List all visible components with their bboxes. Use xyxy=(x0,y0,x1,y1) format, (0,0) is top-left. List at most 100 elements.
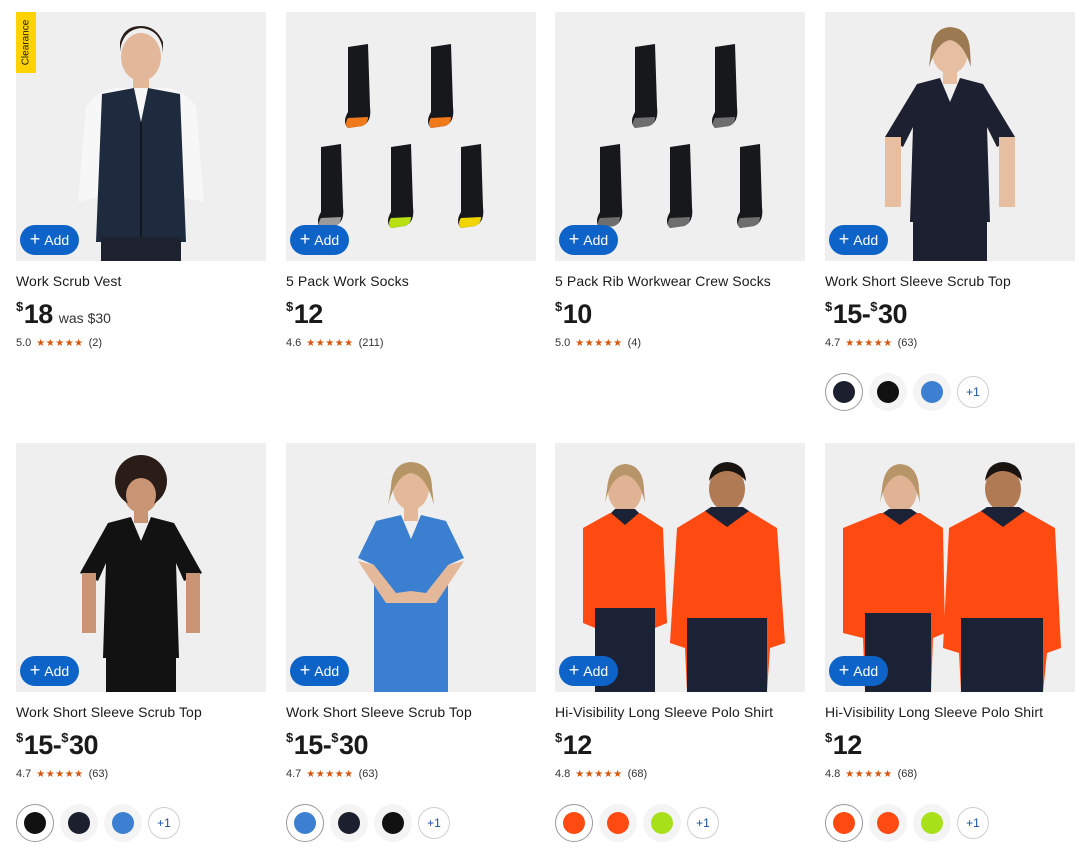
rating-value: 5.0 xyxy=(555,337,571,349)
rating-value: 5.0 xyxy=(16,337,32,349)
product-image[interactable]: Clearance + Add xyxy=(16,12,266,261)
color-swatch[interactable] xyxy=(330,804,368,842)
product-image[interactable]: + Add xyxy=(555,12,805,261)
color-swatches: +1 xyxy=(825,372,1075,412)
product-card[interactable]: + Add Hi-Visibility Long Sleeve Polo Shir… xyxy=(555,443,805,843)
product-card[interactable]: + Add Work Short Sleeve Scrub Top $15-$30… xyxy=(286,443,536,843)
color-swatch[interactable] xyxy=(869,373,907,411)
rating-row: 4.7 ★★★★★ (63) xyxy=(825,336,1075,350)
review-count: (63) xyxy=(897,337,918,349)
product-title[interactable]: Work Short Sleeve Scrub Top xyxy=(16,704,266,722)
plus-icon: + xyxy=(29,229,41,249)
color-swatch[interactable] xyxy=(913,373,951,411)
color-swatch[interactable] xyxy=(869,804,907,842)
price-row: $12 xyxy=(286,299,536,333)
star-rating-icon: ★★★★★ xyxy=(36,337,84,349)
color-swatch[interactable] xyxy=(825,804,863,842)
color-swatch[interactable] xyxy=(825,373,863,411)
price-row: $18 was $30 xyxy=(16,299,266,333)
add-to-cart-button[interactable]: + Add xyxy=(290,225,349,255)
product-title[interactable]: 5 Pack Rib Workwear Crew Socks xyxy=(555,273,805,291)
rating-value: 4.8 xyxy=(555,768,571,780)
color-swatch[interactable] xyxy=(643,804,681,842)
product-title[interactable]: Hi-Visibility Long Sleeve Polo Shirt xyxy=(825,704,1075,722)
review-count: (63) xyxy=(88,768,109,780)
add-to-cart-button[interactable]: + Add xyxy=(20,225,79,255)
review-count: (68) xyxy=(897,768,918,780)
star-rating-icon: ★★★★★ xyxy=(845,768,893,780)
product-image[interactable]: + Add xyxy=(286,12,536,261)
review-count: (4) xyxy=(627,337,642,349)
price: $15-$30 xyxy=(16,730,99,760)
price: $12 xyxy=(825,730,862,760)
add-to-cart-button[interactable]: + Add xyxy=(559,225,618,255)
more-colors-button[interactable]: +1 xyxy=(957,376,989,408)
product-image[interactable]: + Add xyxy=(555,443,805,692)
product-card[interactable]: + Add Work Short Sleeve Scrub Top $15-$30… xyxy=(825,12,1075,412)
product-title[interactable]: Work Short Sleeve Scrub Top xyxy=(286,704,536,722)
rating-row: 4.8 ★★★★★ (68) xyxy=(825,767,1075,781)
star-rating-icon: ★★★★★ xyxy=(36,768,84,780)
product-title[interactable]: 5 Pack Work Socks xyxy=(286,273,536,291)
product-card[interactable]: + Add 5 Pack Work Socks $12 4.6 ★★★★★ (21… xyxy=(286,12,536,350)
color-swatch[interactable] xyxy=(555,804,593,842)
color-swatches: +1 xyxy=(16,803,266,843)
color-swatch[interactable] xyxy=(599,804,637,842)
more-colors-button[interactable]: +1 xyxy=(418,807,450,839)
rating-value: 4.7 xyxy=(16,768,32,780)
add-to-cart-button[interactable]: + Add xyxy=(20,656,79,686)
product-title[interactable]: Work Short Sleeve Scrub Top xyxy=(825,273,1075,291)
star-rating-icon: ★★★★★ xyxy=(845,337,893,349)
color-swatch[interactable] xyxy=(16,804,54,842)
product-image[interactable]: + Add xyxy=(825,12,1075,261)
price-row: $12 xyxy=(555,730,805,764)
price: $12 xyxy=(555,730,592,760)
product-card[interactable]: + Add 5 Pack Rib Workwear Crew Socks $10 … xyxy=(555,12,805,350)
clearance-badge: Clearance xyxy=(16,12,36,73)
product-image[interactable]: + Add xyxy=(825,443,1075,692)
product-grid: Clearance + Add Work Scrub Vest $18 was $… xyxy=(0,0,1080,863)
product-card[interactable]: + Add Work Short Sleeve Scrub Top $15-$30… xyxy=(16,443,266,843)
add-to-cart-button[interactable]: + Add xyxy=(559,656,618,686)
rating-row: 5.0 ★★★★★ (4) xyxy=(555,336,805,350)
star-rating-icon: ★★★★★ xyxy=(306,337,354,349)
color-swatches: +1 xyxy=(286,803,536,843)
color-swatch[interactable] xyxy=(286,804,324,842)
rating-row: 4.6 ★★★★★ (211) xyxy=(286,336,536,350)
price-row: $15-$30 xyxy=(16,730,266,764)
more-colors-button[interactable]: +1 xyxy=(148,807,180,839)
rating-value: 4.7 xyxy=(286,768,302,780)
rating-row: 4.7 ★★★★★ (63) xyxy=(286,767,536,781)
product-image[interactable]: + Add xyxy=(16,443,266,692)
price-row: $10 xyxy=(555,299,805,333)
was-price: was $30 xyxy=(58,310,111,326)
rating-row: 5.0 ★★★★★ (2) xyxy=(16,336,266,350)
color-swatch[interactable] xyxy=(104,804,142,842)
add-to-cart-button[interactable]: + Add xyxy=(829,225,888,255)
scrub-top-photo-icon xyxy=(16,443,266,692)
rating-row: 4.8 ★★★★★ (68) xyxy=(555,767,805,781)
more-colors-button[interactable]: +1 xyxy=(957,807,989,839)
product-title[interactable]: Hi-Visibility Long Sleeve Polo Shirt xyxy=(555,704,805,722)
product-title[interactable]: Work Scrub Vest xyxy=(16,273,266,291)
more-colors-button[interactable]: +1 xyxy=(687,807,719,839)
price-row: $15-$30 xyxy=(286,730,536,764)
product-card[interactable]: + Add Hi-Visibility Long Sleeve Polo Shir… xyxy=(825,443,1075,843)
review-count: (211) xyxy=(358,337,384,349)
polo-shirt-photo-icon xyxy=(555,443,805,692)
rating-value: 4.6 xyxy=(286,337,302,349)
socks-photo-icon xyxy=(286,12,536,261)
add-to-cart-button[interactable]: + Add xyxy=(290,656,349,686)
product-image[interactable]: + Add xyxy=(286,443,536,692)
vest-photo-icon xyxy=(16,12,266,261)
add-to-cart-button[interactable]: + Add xyxy=(829,656,888,686)
star-rating-icon: ★★★★★ xyxy=(575,337,623,349)
price: $12 xyxy=(286,299,323,329)
color-swatch[interactable] xyxy=(60,804,98,842)
plus-icon: + xyxy=(838,660,850,680)
color-swatch[interactable] xyxy=(913,804,951,842)
price: $10 xyxy=(555,299,592,329)
product-card[interactable]: Clearance + Add Work Scrub Vest $18 was $… xyxy=(16,12,266,350)
plus-icon: + xyxy=(299,229,311,249)
color-swatch[interactable] xyxy=(374,804,412,842)
